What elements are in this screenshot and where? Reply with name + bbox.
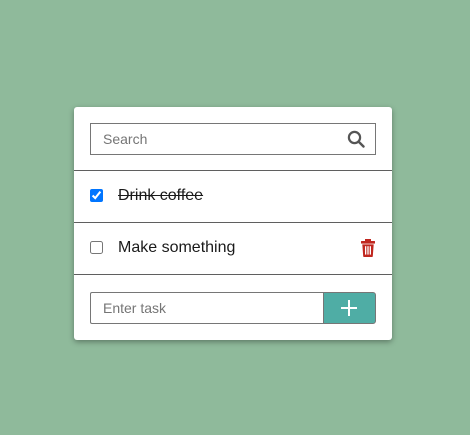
task-input[interactable] bbox=[90, 292, 324, 324]
trash-icon[interactable] bbox=[360, 239, 376, 257]
search-icon[interactable] bbox=[347, 130, 365, 148]
search-box bbox=[90, 123, 376, 155]
todo-label: Drink coffee bbox=[118, 187, 204, 204]
search-input[interactable] bbox=[91, 124, 341, 154]
add-task-button[interactable] bbox=[323, 292, 376, 324]
todo-checkbox[interactable] bbox=[90, 241, 103, 254]
todo-checkbox[interactable] bbox=[90, 189, 103, 202]
add-task-row bbox=[74, 275, 392, 340]
todo-card: Drink coffee Make something bbox=[74, 107, 392, 340]
plus-icon bbox=[341, 300, 357, 316]
todo-item: Make something bbox=[74, 223, 392, 275]
search-row bbox=[74, 107, 392, 171]
todo-label: Make something bbox=[118, 239, 236, 256]
todo-item: Drink coffee bbox=[74, 171, 392, 223]
